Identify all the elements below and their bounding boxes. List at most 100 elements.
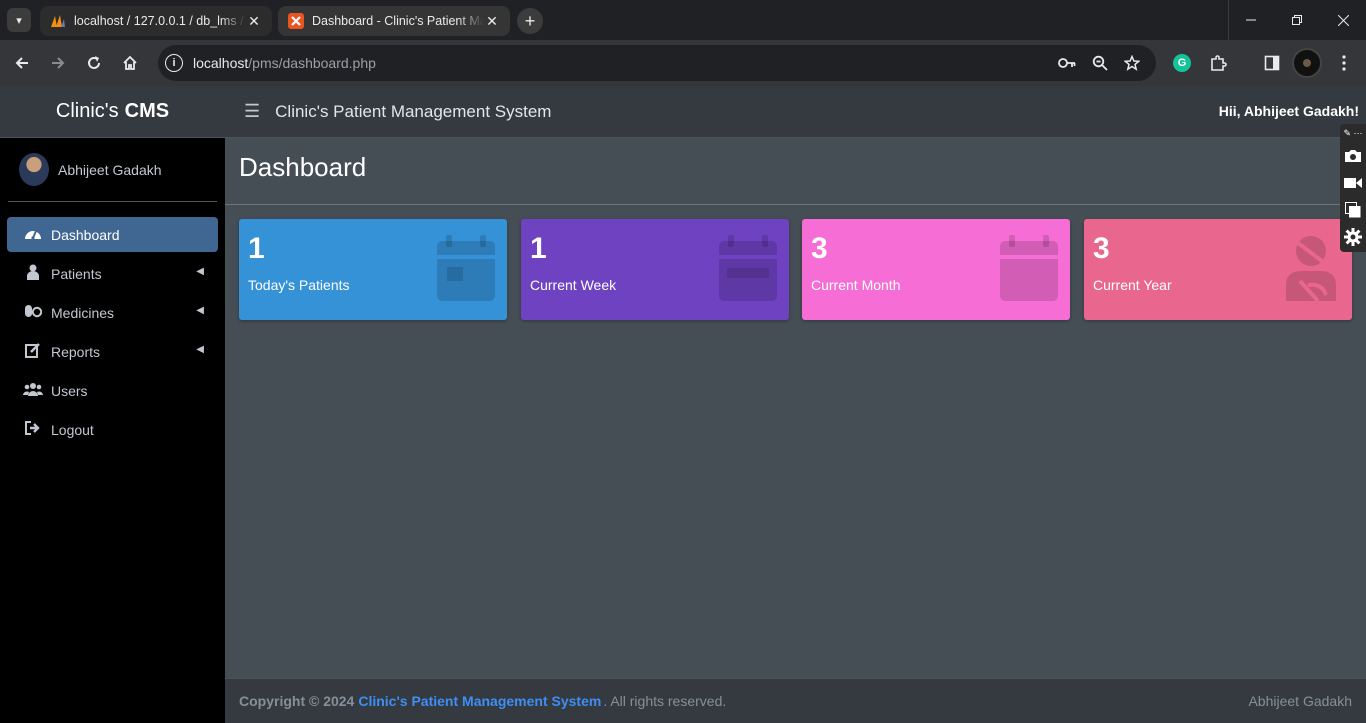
stat-label: Current Year xyxy=(1093,277,1172,293)
bookmark-star-icon[interactable] xyxy=(1123,54,1141,72)
sidebar-item-label: Users xyxy=(51,382,88,399)
side-panel-icon[interactable] xyxy=(1261,52,1283,74)
browser-toolbar: i localhost/pms/dashboard.php G xyxy=(0,40,1366,86)
back-button[interactable] xyxy=(9,50,35,76)
more-icon[interactable]: ✎ ⋯ xyxy=(1340,124,1366,142)
calendar-day-icon xyxy=(437,235,495,301)
stat-label: Current Month xyxy=(811,277,901,293)
arrow-right-icon xyxy=(52,57,65,69)
header-title: Clinic's Patient Management System xyxy=(275,101,552,121)
phpmyadmin-icon xyxy=(50,13,66,29)
browser-tab-phpmyadmin[interactable]: localhost / 127.0.0.1 / db_lms / ... ✕ xyxy=(40,6,272,36)
stat-count: 3 xyxy=(1093,232,1110,265)
grammarly-extension-icon[interactable]: G xyxy=(1173,54,1191,72)
tab-title: localhost / 127.0.0.1 / db_lms / ... xyxy=(74,14,246,28)
home-icon xyxy=(123,55,137,70)
home-button[interactable] xyxy=(117,50,143,76)
footer-link[interactable]: Clinic's Patient Management System xyxy=(358,693,601,709)
copy-icon[interactable] xyxy=(1340,196,1366,223)
browser-tab-dashboard[interactable]: Dashboard - Clinic's Patient Management … xyxy=(278,6,510,36)
app: Clinic's CMS Abhijeet Gadakh Dashboard P… xyxy=(0,86,1366,723)
tab-search-button[interactable]: ▾ xyxy=(7,8,31,32)
user-panel: Abhijeet Gadakh xyxy=(8,138,217,202)
users-icon xyxy=(23,382,43,400)
browser-menu-icon[interactable] xyxy=(1333,52,1355,74)
hamburger-menu-icon[interactable]: ☰ xyxy=(244,101,260,122)
address-bar[interactable]: i localhost/pms/dashboard.php xyxy=(158,45,1156,81)
tab-title: Dashboard - Clinic's Patient Management … xyxy=(312,14,484,28)
forward-button[interactable] xyxy=(45,50,71,76)
main-header: ☰ Clinic's Patient Management System Hii… xyxy=(225,86,1366,138)
user-greeting: Hii, Abhijeet Gadakh! xyxy=(1218,103,1359,119)
sidebar-item-medicines[interactable]: Medicines ◀ xyxy=(7,295,218,330)
rights-text: . All rights reserved. xyxy=(603,693,727,709)
sidebar-user-name[interactable]: Abhijeet Gadakh xyxy=(58,162,162,178)
sidebar-item-label: Reports xyxy=(51,343,101,360)
main-footer: Copyright © 2024 Clinic's Patient Manage… xyxy=(225,678,1366,723)
chevron-left-icon: ◀ xyxy=(196,305,204,316)
calendar-week-icon xyxy=(719,235,777,301)
sidebar-item-label: Dashboard xyxy=(51,226,120,243)
brand-text-light: Clinic's xyxy=(55,100,119,122)
gear-icon[interactable] xyxy=(1340,223,1366,250)
profile-avatar[interactable] xyxy=(1292,48,1322,78)
sidebar-item-reports[interactable]: Reports ◀ xyxy=(7,334,218,369)
sidebar-item-users[interactable]: Users xyxy=(7,373,218,408)
stat-card-today[interactable]: 1 Today's Patients xyxy=(239,219,507,320)
restore-icon xyxy=(1292,15,1302,25)
xampp-icon xyxy=(288,13,304,29)
divider xyxy=(225,204,1366,205)
arrow-left-icon xyxy=(15,57,28,69)
copyright-text: Copyright © 2024 xyxy=(239,693,355,709)
stat-count: 1 xyxy=(530,232,547,265)
minimize-button[interactable] xyxy=(1228,0,1274,40)
url-path: /pms/dashboard.php xyxy=(248,55,376,71)
footer-author: Abhijeet Gadakh xyxy=(1248,693,1352,709)
tab-close-icon[interactable]: ✕ xyxy=(246,13,262,30)
video-camera-icon[interactable] xyxy=(1340,169,1366,196)
restore-button[interactable] xyxy=(1274,0,1320,40)
sidebar-item-dashboard[interactable]: Dashboard xyxy=(7,217,218,252)
sidebar-item-patients[interactable]: Patients ◀ xyxy=(7,256,218,291)
gauge-icon xyxy=(23,226,43,244)
reload-button[interactable] xyxy=(81,50,107,76)
capture-extension-toolbar: ✎ ⋯ xyxy=(1340,124,1366,252)
url-host: localhost xyxy=(193,55,249,71)
sidebar-nav: Dashboard Patients ◀ Medicines ◀ Reports… xyxy=(0,217,225,447)
brand-link[interactable]: Clinic's CMS xyxy=(0,86,225,138)
sidebar-item-logout[interactable]: Logout xyxy=(7,412,218,447)
close-window-button[interactable] xyxy=(1320,0,1366,40)
close-icon xyxy=(1337,14,1349,26)
reload-icon xyxy=(88,56,100,69)
new-tab-button[interactable]: + xyxy=(517,8,543,34)
stat-card-week[interactable]: 1 Current Week xyxy=(521,219,789,320)
tab-close-icon[interactable]: ✕ xyxy=(484,13,500,30)
pills-icon xyxy=(23,304,43,322)
site-info-icon[interactable]: i xyxy=(165,54,183,72)
sign-out-icon xyxy=(23,420,43,439)
edit-icon xyxy=(23,342,43,362)
stat-card-month[interactable]: 3 Current Month xyxy=(802,219,1070,320)
sidebar-item-label: Logout xyxy=(51,421,94,438)
stat-label: Current Week xyxy=(530,277,617,293)
key-icon[interactable] xyxy=(1058,54,1076,72)
stat-count: 1 xyxy=(248,232,265,265)
camera-icon[interactable] xyxy=(1340,142,1366,169)
calendar-icon xyxy=(1000,235,1058,301)
chevron-left-icon: ◀ xyxy=(196,266,204,277)
brand-text-bold: CMS xyxy=(124,100,170,122)
extensions-icon[interactable] xyxy=(1207,52,1229,74)
sidebar-item-label: Medicines xyxy=(51,304,115,321)
user-avatar xyxy=(19,153,49,186)
sidebar: Clinic's CMS Abhijeet Gadakh Dashboard P… xyxy=(0,86,225,723)
sidebar-item-label: Patients xyxy=(51,265,102,282)
user-injured-icon xyxy=(23,264,43,284)
browser-tabstrip: ▾ localhost / 127.0.0.1 / db_lms / ... ✕… xyxy=(0,0,1366,40)
chevron-left-icon: ◀ xyxy=(196,344,204,355)
page-title: Dashboard xyxy=(239,152,367,182)
stat-card-year[interactable]: 3 Current Year xyxy=(1084,219,1352,320)
stat-label: Today's Patients xyxy=(248,277,350,293)
minimize-icon xyxy=(1246,19,1256,21)
zoom-icon[interactable] xyxy=(1091,54,1109,72)
stat-count: 3 xyxy=(811,232,828,265)
